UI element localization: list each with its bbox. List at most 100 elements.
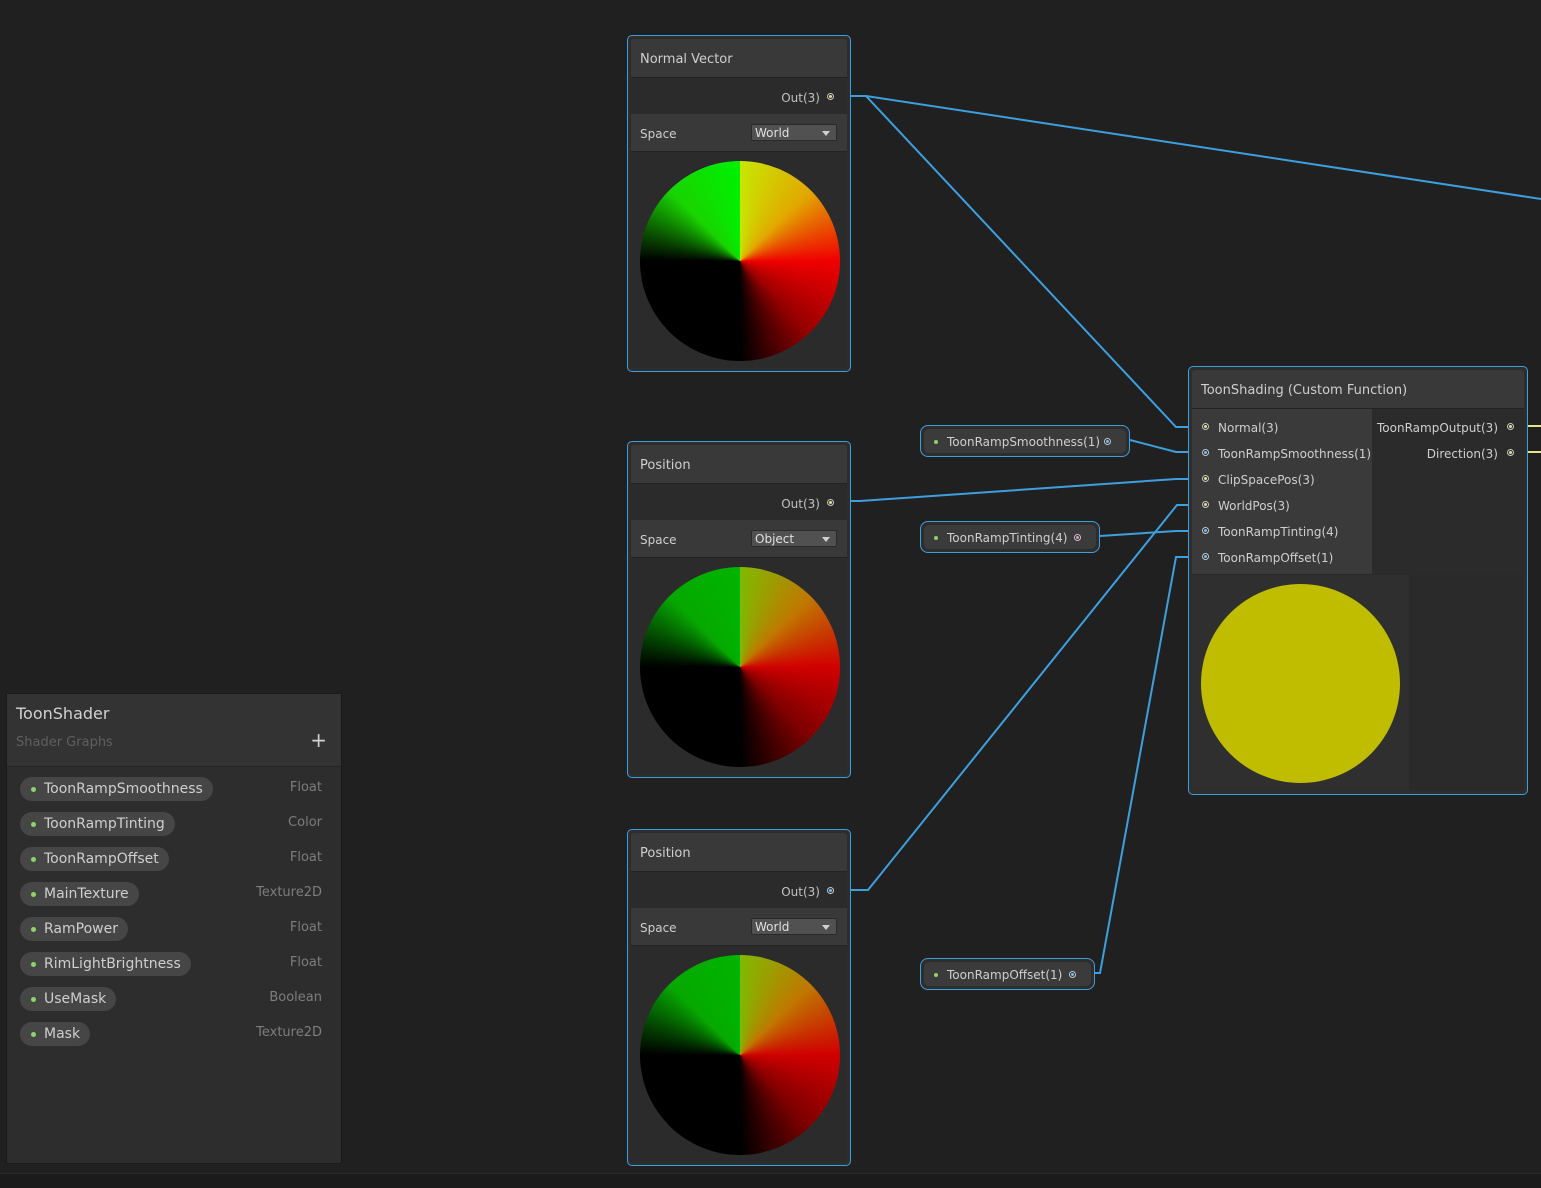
output-port[interactable] bbox=[1069, 971, 1076, 978]
input-slot-label: Normal(3) bbox=[1218, 421, 1279, 435]
input-slot-label: ToonRampSmoothness(1) bbox=[1218, 447, 1372, 461]
output-port[interactable] bbox=[1507, 449, 1514, 456]
input-slot-label: ToonRampTinting(4) bbox=[1218, 525, 1339, 539]
property-node-label: ToonRampOffset(1) bbox=[947, 968, 1063, 982]
input-slot-label: ClipSpacePos(3) bbox=[1218, 473, 1315, 487]
output-slots: ToonRampOutput(3) Direction(3) bbox=[1373, 409, 1524, 574]
space-label: Space bbox=[640, 921, 677, 935]
input-port[interactable] bbox=[1202, 423, 1209, 430]
space-dropdown[interactable]: World bbox=[751, 124, 837, 141]
property-node-offset[interactable]: ToonRampOffset(1) bbox=[920, 958, 1095, 990]
property-type: Boolean bbox=[269, 990, 322, 1005]
property-pill[interactable]: MainTexture bbox=[20, 882, 139, 906]
output-slot-label: Direction(3) bbox=[1426, 447, 1498, 461]
output-slot-label: ToonRampOutput(3) bbox=[1377, 421, 1498, 435]
property-type: Texture2D bbox=[256, 885, 322, 900]
position-world-node[interactable]: Position Out(3) Space World bbox=[627, 829, 851, 1166]
output-port[interactable] bbox=[1074, 534, 1081, 541]
property-pill[interactable]: UseMask bbox=[20, 987, 117, 1011]
wire-offset-to-cf bbox=[1079, 556, 1198, 974]
property-dot-icon bbox=[31, 822, 36, 827]
property-row[interactable]: UseMask Boolean bbox=[7, 987, 341, 1022]
input-port[interactable] bbox=[1202, 475, 1209, 482]
bottom-status-bar bbox=[0, 1173, 1541, 1188]
property-type: Float bbox=[289, 955, 322, 970]
output-port[interactable] bbox=[827, 499, 834, 506]
property-row[interactable]: MainTexture Texture2D bbox=[7, 882, 341, 917]
node-title-bar[interactable]: Position bbox=[631, 833, 847, 872]
add-property-button[interactable]: + bbox=[310, 730, 327, 750]
property-dot-icon bbox=[31, 962, 36, 967]
property-dot-icon bbox=[934, 536, 938, 540]
property-row[interactable]: ToonRampSmoothness Float bbox=[7, 777, 341, 812]
output-port[interactable] bbox=[1104, 438, 1111, 445]
property-node-label: ToonRampTinting(4) bbox=[947, 531, 1068, 545]
property-row[interactable]: ToonRampOffset Float bbox=[7, 847, 341, 882]
property-row[interactable]: RamPower Float bbox=[7, 917, 341, 952]
property-pill[interactable]: ToonRampOffset bbox=[20, 847, 169, 871]
space-dropdown[interactable]: World bbox=[751, 918, 837, 935]
node-title: ToonShading (Custom Function) bbox=[1201, 383, 1408, 398]
input-port[interactable] bbox=[1202, 553, 1209, 560]
property-pill[interactable]: RimLightBrightness bbox=[20, 952, 191, 976]
property-node-smoothness[interactable]: ToonRampSmoothness(1) bbox=[920, 425, 1130, 457]
preview-sphere bbox=[1201, 584, 1400, 783]
output-label: Out(3) bbox=[781, 885, 820, 899]
property-dot-icon bbox=[31, 997, 36, 1002]
blackboard-panel[interactable]: ToonShader Shader Graphs + ToonRampSmoot… bbox=[6, 693, 342, 1164]
property-row[interactable]: ToonRampTinting Color bbox=[7, 812, 341, 847]
custom-function-node[interactable]: ToonShading (Custom Function) Normal(3) … bbox=[1188, 366, 1528, 795]
property-pill[interactable]: RamPower bbox=[20, 917, 128, 941]
space-dropdown[interactable]: Object bbox=[751, 530, 837, 547]
property-type: Float bbox=[289, 920, 322, 935]
property-type: Float bbox=[289, 850, 322, 865]
property-dot-icon bbox=[31, 787, 36, 792]
blackboard-subtitle: Shader Graphs bbox=[16, 735, 113, 750]
space-label: Space bbox=[640, 533, 677, 547]
property-dot-icon bbox=[934, 440, 938, 444]
dropdown-arrow-icon bbox=[822, 925, 830, 930]
node-preview bbox=[631, 946, 847, 1162]
property-name: RamPower bbox=[44, 921, 118, 937]
output-label: Out(3) bbox=[781, 497, 820, 511]
normal-vector-node[interactable]: Normal Vector Out(3) Space World bbox=[627, 35, 851, 372]
property-name: Mask bbox=[44, 1026, 81, 1042]
node-title: Position bbox=[640, 846, 691, 861]
property-pill[interactable]: ToonRampTinting bbox=[20, 812, 175, 836]
property-name: UseMask bbox=[44, 991, 107, 1007]
wire-normal-to-cf bbox=[843, 95, 1198, 428]
property-node-tinting[interactable]: ToonRampTinting(4) bbox=[920, 521, 1100, 553]
output-port[interactable] bbox=[1507, 423, 1514, 430]
node-title-bar[interactable]: ToonShading (Custom Function) bbox=[1192, 370, 1524, 409]
node-title: Position bbox=[640, 458, 691, 473]
property-pill[interactable]: ToonRampSmoothness bbox=[20, 777, 213, 801]
node-title-bar[interactable]: Normal Vector bbox=[631, 39, 847, 78]
node-title-bar[interactable]: Position bbox=[631, 445, 847, 484]
position-object-node[interactable]: Position Out(3) Space Object bbox=[627, 441, 851, 778]
output-port[interactable] bbox=[827, 93, 834, 100]
node-preview bbox=[1192, 575, 1409, 791]
property-pill[interactable]: Mask bbox=[20, 1022, 91, 1046]
preview-sphere bbox=[640, 955, 840, 1155]
property-name: ToonRampSmoothness bbox=[44, 781, 203, 797]
input-port[interactable] bbox=[1202, 501, 1209, 508]
property-row[interactable]: RimLightBrightness Float bbox=[7, 952, 341, 987]
property-name: ToonRampOffset bbox=[44, 851, 159, 867]
wire-normal-offscreen bbox=[843, 95, 1541, 200]
space-dropdown-value: World bbox=[755, 126, 790, 140]
input-slot-label: WorldPos(3) bbox=[1218, 499, 1290, 513]
output-port[interactable] bbox=[827, 887, 834, 894]
node-title: Normal Vector bbox=[640, 52, 733, 67]
property-type: Color bbox=[288, 815, 322, 830]
property-name: RimLightBrightness bbox=[44, 956, 181, 972]
blackboard-title: ToonShader bbox=[16, 704, 110, 723]
property-type: Texture2D bbox=[256, 1025, 322, 1040]
input-port[interactable] bbox=[1202, 527, 1209, 534]
input-port[interactable] bbox=[1202, 449, 1209, 456]
dropdown-arrow-icon bbox=[822, 537, 830, 542]
property-dot-icon bbox=[31, 857, 36, 862]
property-dot-icon bbox=[31, 892, 36, 897]
blackboard-header: ToonShader Shader Graphs + bbox=[7, 694, 341, 767]
property-row[interactable]: Mask Texture2D bbox=[7, 1022, 341, 1057]
dropdown-arrow-icon bbox=[822, 131, 830, 136]
